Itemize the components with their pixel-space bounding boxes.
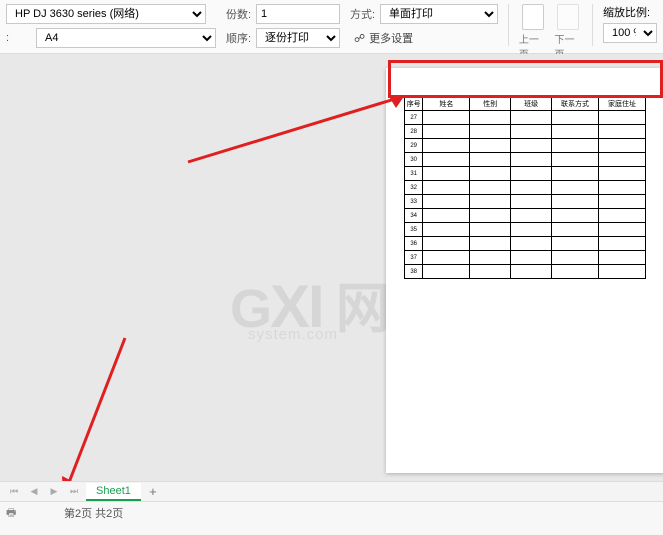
tab-first-button[interactable]: ⏮	[6, 485, 22, 499]
th-gender: 性别	[470, 97, 511, 111]
zoom-label: 缩放比例:	[603, 4, 657, 20]
page-preview: 序号 姓名 性别 班级 联系方式 家庭住址 27 28 29 30 31 32 …	[386, 68, 663, 473]
status-bar: 🖶 第2页 共2页	[0, 501, 663, 535]
tab-prev-button[interactable]: ◀	[26, 485, 42, 499]
preview-table: 序号 姓名 性别 班级 联系方式 家庭住址 27 28 29 30 31 32 …	[404, 96, 646, 279]
table-row: 32	[405, 181, 646, 195]
more-settings-label: 更多设置	[369, 30, 413, 46]
table-header-row: 序号 姓名 性别 班级 联系方式 家庭住址	[405, 97, 646, 111]
paper-select[interactable]: A4	[36, 28, 216, 48]
prev-page-button[interactable]: 上一页	[519, 4, 547, 61]
copies-label: 份数:	[226, 6, 252, 22]
table-row: 29	[405, 139, 646, 153]
table-row: 37	[405, 251, 646, 265]
printer-select[interactable]: HP DJ 3630 series (网络)	[6, 4, 206, 24]
th-contact: 联系方式	[552, 97, 599, 111]
preview-area: GXI 网 system.com 序号 姓名 性别 班级 联系方式 家庭住址 2…	[0, 54, 663, 483]
zoom-select[interactable]: 100 %	[603, 23, 657, 43]
tab-next-button[interactable]: ▶	[46, 485, 62, 499]
table-row: 35	[405, 223, 646, 237]
th-name: 姓名	[423, 97, 470, 111]
toolbar-divider-2	[592, 4, 593, 46]
watermark: GXI 网	[230, 264, 388, 343]
page-prev-icon	[522, 4, 544, 30]
sheet-tab-active[interactable]: Sheet1	[86, 483, 141, 501]
th-class: 班级	[511, 97, 552, 111]
table-row: 33	[405, 195, 646, 209]
copies-input[interactable]	[256, 4, 340, 24]
page-info: 第2页 共2页	[32, 504, 123, 521]
add-sheet-button[interactable]: +	[145, 484, 161, 499]
print-icon: 🖶	[6, 504, 22, 520]
order-label: 顺序:	[226, 30, 252, 46]
table-row: 38	[405, 265, 646, 279]
print-toolbar: HP DJ 3630 series (网络) : A4 份数: 顺序: 逐份打印…	[0, 0, 663, 54]
tab-last-button[interactable]: ⏭	[66, 485, 82, 499]
table-row: 27	[405, 111, 646, 125]
table-row: 28	[405, 125, 646, 139]
watermark-sub: system.com	[248, 326, 338, 343]
toolbar-divider	[508, 4, 509, 46]
table-row: 36	[405, 237, 646, 251]
mode-select[interactable]: 单面打印	[380, 4, 498, 24]
page-next-icon	[557, 4, 579, 30]
order-select[interactable]: 逐份打印	[256, 28, 340, 48]
mode-label: 方式:	[350, 6, 376, 22]
table-row: 34	[405, 209, 646, 223]
th-address: 家庭住址	[599, 97, 646, 111]
paper-prefix: :	[6, 32, 32, 44]
more-settings-button[interactable]: ☍ 更多设置	[350, 28, 417, 48]
th-index: 序号	[405, 97, 423, 111]
link-icon: ☍	[354, 32, 365, 45]
table-row: 31	[405, 167, 646, 181]
sheet-tabs: ⏮ ◀ ▶ ⏭ Sheet1 +	[0, 481, 663, 501]
table-row: 30	[405, 153, 646, 167]
next-page-button: 下一页	[554, 4, 582, 61]
